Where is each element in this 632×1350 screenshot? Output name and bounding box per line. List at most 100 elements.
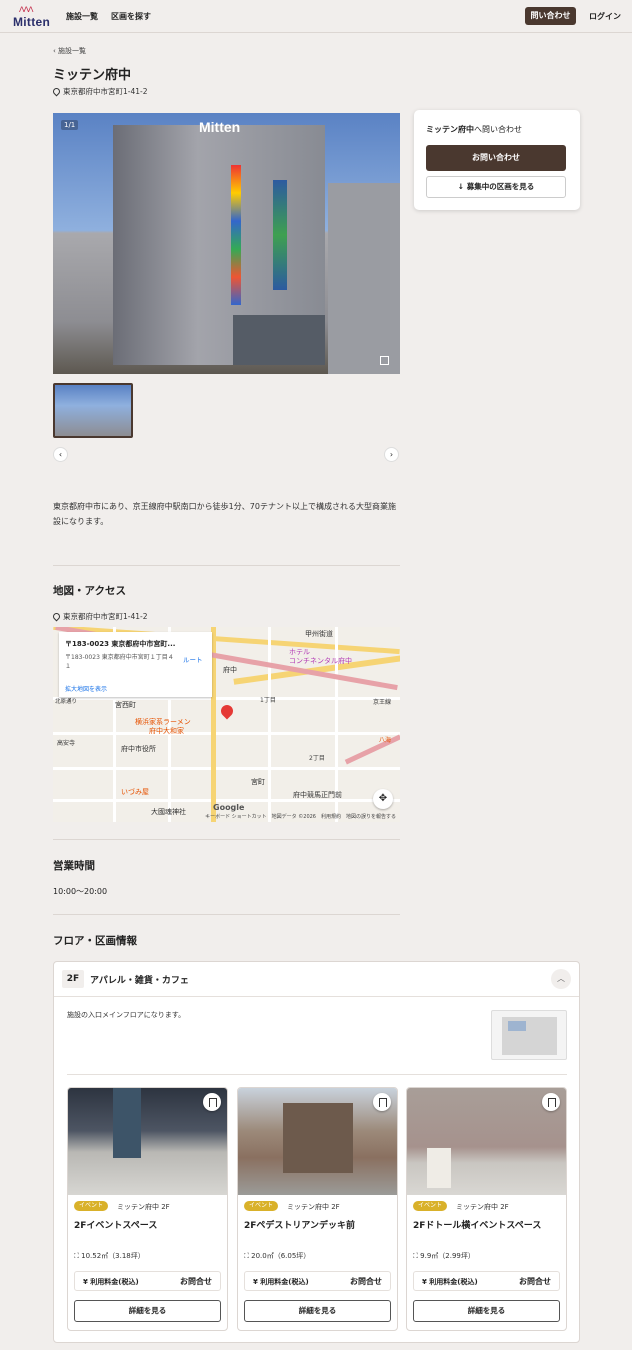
access-address-text: 東京都府中市宮町1-41-2	[63, 612, 148, 621]
map-label: いづみ屋	[121, 788, 149, 796]
hours-heading: 営業時間	[53, 860, 95, 872]
page-title: ミッテン府中	[53, 68, 132, 83]
contact-card-title: ミッテン府中へ問い合わせ	[426, 124, 522, 135]
map-footer[interactable]: キーボード ショートカット 地図データ ©2026 利用規約 地図の誤りを報告す…	[205, 813, 396, 820]
price-row: ¥ 利用料金(税込) お問合せ	[244, 1271, 391, 1291]
logo-mark-icon: ᐱᐱᐱ	[19, 5, 33, 14]
map-label: 大國魂神社	[151, 808, 186, 816]
map-label: 京王線	[373, 699, 392, 706]
event-tag: イベント	[74, 1201, 109, 1211]
chevron-right-icon: ›	[389, 450, 394, 459]
facility-address: 東京都府中市宮町1-41-2	[51, 86, 148, 97]
map-label: 府中	[223, 666, 237, 674]
chevron-up-icon[interactable]: ︿	[551, 969, 571, 989]
chevron-left-icon: ‹	[58, 450, 63, 459]
contact-card-suffix: へ問い合わせ	[474, 125, 522, 134]
logo-text: Mitten	[13, 15, 51, 29]
price-value: お問合せ	[350, 1277, 382, 1286]
floors-heading: フロア・区画情報	[53, 935, 137, 947]
map-label: 府中競馬正門前	[293, 791, 342, 799]
map-label: 府中市役所	[121, 745, 156, 753]
space-area: ⛶ 10.52㎡（3.18坪）	[74, 1251, 145, 1261]
price-value: お問合せ	[180, 1277, 212, 1286]
facility-description: 東京都府中市にあり、京王線府中駅南口から徒歩1分、70テナント以上で構成される大…	[53, 502, 396, 526]
space-area: ⛶ 9.9㎡（2.99坪）	[413, 1251, 475, 1261]
access-address: 東京都府中市宮町1-41-2	[51, 611, 148, 622]
price-label: ¥ 利用料金(税込)	[83, 1278, 139, 1286]
map-label: 府中大和家	[149, 727, 184, 735]
contact-button[interactable]: お問い合わせ	[426, 145, 566, 171]
floor-plan-highlight	[508, 1021, 526, 1031]
building-sign: Mitten	[199, 119, 241, 135]
map-label: 宮西町	[115, 701, 136, 709]
space-area: ⛶ 20.0㎡（6.05坪）	[244, 1251, 310, 1261]
map-label: 北原通り	[55, 699, 78, 705]
space-owner: ミッテン府中 2F	[287, 1203, 340, 1211]
space-area-text: 10.52㎡（3.18坪）	[81, 1252, 145, 1260]
back-link[interactable]: ‹ 施設一覧	[53, 46, 86, 56]
view-details-button[interactable]: 詳細を見る	[244, 1300, 391, 1322]
image-counter: 1/1	[61, 120, 79, 130]
map-info-box: 〒183-0023 東京都府中市宮町... 〒183-0023 東京都府中市宮町…	[59, 632, 212, 697]
nav-find-spaces[interactable]: 区画を探す	[111, 11, 151, 22]
route-link[interactable]: ルート	[183, 654, 203, 664]
back-link-label: 施設一覧	[58, 47, 87, 55]
space-name: 2Fペデストリアンデッキ前	[244, 1221, 356, 1231]
event-tag: イベント	[244, 1201, 279, 1211]
business-hours: 10:00〜20:00	[53, 887, 108, 896]
map-label: 宮町	[251, 778, 265, 786]
space-card[interactable]: イベント ミッテン府中 2F 2Fイベントスペース ⛶ 10.52㎡（3.18坪…	[67, 1087, 228, 1331]
access-heading: 地図・アクセス	[53, 585, 126, 597]
map-label: 2丁目	[309, 755, 325, 762]
map-box-address: 〒183-0023 東京都府中市宮町１丁目４１	[65, 654, 174, 670]
larger-map-link[interactable]: 拡大地図を表示	[65, 684, 107, 693]
contact-card: ミッテン府中へ問い合わせ お問い合わせ ↓ 募集中の区画を見る	[414, 110, 580, 210]
contact-card-facility: ミッテン府中	[426, 125, 474, 134]
fullscreen-icon[interactable]	[380, 356, 389, 365]
location-pin-icon	[51, 611, 62, 622]
space-area-text: 9.9㎡（2.99坪）	[420, 1252, 475, 1260]
floor-header[interactable]: 2F アパレル・雑貨・カフェ ︿	[54, 962, 579, 997]
bookmark-icon[interactable]	[203, 1093, 221, 1111]
space-card[interactable]: イベント ミッテン府中 2F 2Fペデストリアンデッキ前 ⛶ 20.0㎡（6.0…	[237, 1087, 398, 1331]
map-pan-control-icon[interactable]: ✥	[373, 789, 393, 809]
bookmark-icon[interactable]	[542, 1093, 560, 1111]
space-name: 2Fドトール横イベントスペース	[413, 1221, 542, 1231]
nav-facilities[interactable]: 施設一覧	[66, 11, 98, 22]
space-owner: ミッテン府中 2F	[456, 1203, 509, 1211]
space-name: 2Fイベントスペース	[74, 1221, 158, 1231]
floor-panel: 2F アパレル・雑貨・カフェ ︿ 施設の入口メインフロアになります。 イベント …	[53, 961, 580, 1343]
map-label: 高安寺	[57, 740, 76, 747]
facility-address-text: 東京都府中市宮町1-41-2	[63, 87, 148, 96]
map-marker-icon[interactable]	[218, 702, 236, 720]
price-label: ¥ 利用料金(税込)	[253, 1278, 309, 1286]
space-card[interactable]: イベント ミッテン府中 2F 2Fドトール横イベントスペース ⛶ 9.9㎡（2.…	[406, 1087, 567, 1331]
image-thumbnail[interactable]	[53, 383, 133, 438]
login-link[interactable]: ログイン	[589, 11, 621, 22]
map-label: コンチネンタル府中	[289, 657, 352, 665]
price-label: ¥ 利用料金(税込)	[422, 1278, 478, 1286]
floor-map-thumbnail[interactable]	[491, 1010, 567, 1060]
floor-description: 施設の入口メインフロアになります。	[67, 1011, 186, 1019]
space-area-text: 20.0㎡（6.05坪）	[251, 1252, 311, 1260]
map-label: 八海	[379, 737, 392, 744]
facility-main-image[interactable]: Mitten 1/1	[53, 113, 400, 374]
view-details-button[interactable]: 詳細を見る	[413, 1300, 560, 1322]
google-logo: Google	[213, 803, 245, 812]
mitten-logo[interactable]: ᐱᐱᐱ Mitten	[13, 5, 55, 29]
view-details-button[interactable]: 詳細を見る	[74, 1300, 221, 1322]
divider	[67, 1074, 567, 1075]
view-spaces-button[interactable]: ↓ 募集中の区画を見る	[426, 176, 566, 198]
site-header: ᐱᐱᐱ Mitten 施設一覧 区画を探す 問い合わせ ログイン	[0, 0, 632, 33]
price-row: ¥ 利用料金(税込) お問合せ	[74, 1271, 221, 1291]
divider	[53, 914, 400, 915]
carousel-prev-button[interactable]: ‹	[53, 447, 68, 462]
header-contact-button[interactable]: 問い合わせ	[525, 7, 576, 25]
map-label: 甲州街道	[305, 630, 333, 638]
bookmark-icon[interactable]	[373, 1093, 391, 1111]
access-map[interactable]: 甲州街道 ホテル コンチネンタル府中 府中 横浜家系ラーメン 府中大和家 宮西町…	[53, 627, 400, 822]
carousel-next-button[interactable]: ›	[384, 447, 399, 462]
divider	[53, 839, 400, 840]
price-value: お問合せ	[519, 1277, 551, 1286]
space-owner: ミッテン府中 2F	[117, 1203, 170, 1211]
